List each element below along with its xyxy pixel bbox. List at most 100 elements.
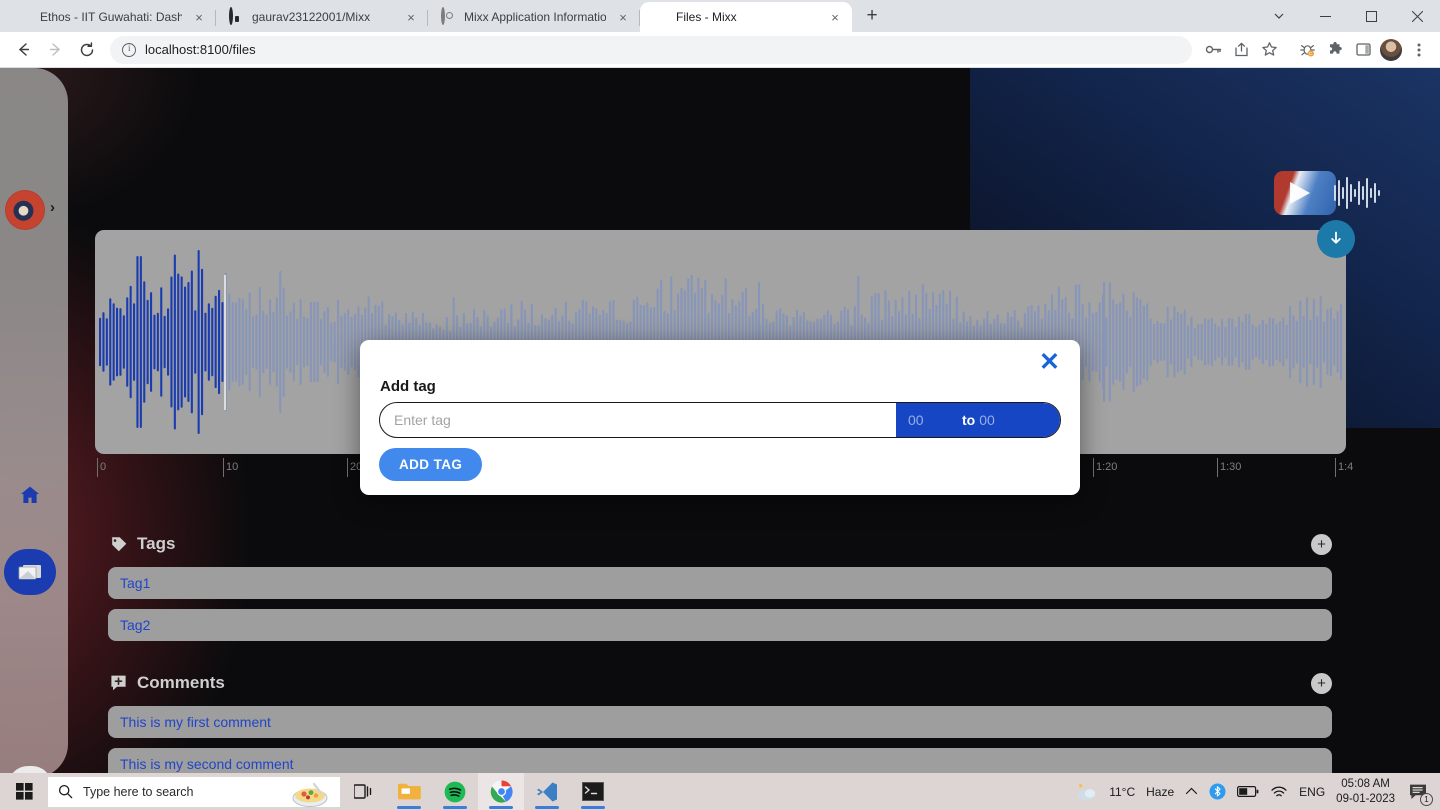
kebab-menu-icon[interactable] (1406, 37, 1432, 63)
close-tab-button[interactable]: × (402, 8, 420, 26)
ruler-label: 1:20 (1096, 461, 1118, 473)
profile-avatar-icon[interactable] (1380, 38, 1402, 61)
forward-button[interactable] (40, 35, 70, 65)
chrome-browser-window: Ethos - IIT Guwahati: Dashboard × gaurav… (0, 0, 1440, 810)
dialog-title: Add tag (380, 378, 436, 395)
app-sidebar (0, 68, 68, 778)
download-arrow-icon (1331, 231, 1341, 244)
bookmark-star-icon[interactable] (1256, 37, 1282, 63)
chrome-icon[interactable] (478, 773, 524, 810)
mixx-icon (652, 9, 668, 25)
language-indicator[interactable]: ENG (1299, 785, 1325, 799)
list-item[interactable]: Tag1 (108, 567, 1332, 599)
partly-cloudy-night-icon[interactable] (1074, 781, 1098, 803)
side-panel-icon[interactable] (1350, 37, 1376, 63)
wifi-icon[interactable] (1270, 785, 1288, 799)
weather-temp[interactable]: 11°C (1109, 785, 1135, 799)
ruler-label: 10 (226, 461, 239, 473)
address-bar-url: localhost:8100/files (145, 42, 256, 57)
search-bowl-image (292, 782, 328, 807)
tab-search-button[interactable] (1256, 0, 1302, 32)
close-tab-button[interactable]: × (826, 8, 844, 26)
close-window-button[interactable] (1394, 0, 1440, 32)
reload-button[interactable] (72, 35, 102, 65)
task-view-icon[interactable] (340, 773, 386, 810)
close-icon[interactable]: ✕ (1039, 350, 1060, 375)
browser-tab-3[interactable]: Files - Mixx × (640, 2, 852, 32)
new-tab-button[interactable]: + (858, 2, 886, 30)
share-icon[interactable] (1228, 37, 1254, 63)
home-icon (21, 486, 39, 503)
tab-title: Ethos - IIT Guwahati: Dashboard (40, 10, 182, 24)
comments-title: Comments (137, 673, 225, 692)
browser-toolbar: localhost:8100/files C (0, 32, 1440, 68)
tab-title: gaurav23122001/Mixx (252, 10, 371, 24)
file-explorer-icon[interactable] (386, 773, 432, 810)
time-end-value[interactable]: 00 (979, 412, 1007, 428)
playhead-cursor[interactable] (224, 275, 226, 410)
add-comment-button[interactable]: + (1311, 673, 1332, 694)
window-controls (1256, 0, 1440, 32)
time-range-picker[interactable]: 00 to 00 (896, 403, 1060, 437)
tag-input-group: 00 to 00 (379, 402, 1061, 438)
back-button[interactable] (8, 35, 38, 65)
clock[interactable]: 05:08 AM 09-01-2023 (1336, 777, 1395, 806)
mixx-logo-wave (1334, 177, 1380, 209)
submit-add-tag-button[interactable]: ADD TAG (379, 448, 483, 481)
browser-tab-0[interactable]: Ethos - IIT Guwahati: Dashboard × (4, 2, 216, 32)
tags-title: Tags (137, 534, 176, 553)
chevron-up-icon[interactable] (1185, 785, 1198, 798)
system-tray: 11°C Haze ENG 05:08 AM 09-01-2023 1 (1074, 777, 1440, 807)
comment-add-icon (111, 675, 126, 691)
sidebar-item-files[interactable] (4, 549, 56, 595)
clock-time: 05:08 AM (1341, 778, 1390, 791)
browser-tab-2[interactable]: Mixx Application Information × (428, 2, 640, 32)
tag-icon (111, 537, 127, 552)
github-icon (228, 7, 244, 25)
weather-desc[interactable]: Haze (1146, 785, 1174, 799)
sidebar-expand-button[interactable]: › (50, 199, 55, 216)
comments-section-header: Comments (110, 673, 225, 693)
sidebar-item-home[interactable] (18, 483, 42, 507)
info-icon (440, 7, 456, 25)
list-item[interactable]: This is my first comment (108, 706, 1332, 738)
mixx-files-page: › 0 10 20 1:20 1:30 1:4 Tags + Tag1 Tag2… (0, 68, 1440, 778)
download-button[interactable] (1317, 220, 1355, 258)
tag-name-input[interactable] (380, 403, 896, 437)
search-input[interactable]: Type here to search (48, 776, 340, 807)
key-icon[interactable] (1200, 37, 1226, 63)
files-icon (18, 565, 41, 580)
avatar[interactable] (5, 190, 45, 230)
battery-icon[interactable] (1237, 785, 1259, 798)
search-placeholder: Type here to search (83, 784, 194, 799)
bug-extension-icon[interactable]: C (1294, 37, 1320, 63)
ruler-label: 0 (100, 461, 107, 473)
notification-center-button[interactable]: 1 (1406, 777, 1433, 807)
minimize-window-button[interactable] (1302, 0, 1348, 32)
terminal-icon[interactable] (570, 773, 616, 810)
spotify-icon[interactable] (432, 773, 478, 810)
list-item[interactable]: Tag2 (108, 609, 1332, 641)
browser-tab-1[interactable]: gaurav23122001/Mixx × (216, 2, 428, 32)
start-button[interactable] (0, 783, 48, 800)
tab-strip: Ethos - IIT Guwahati: Dashboard × gaurav… (0, 0, 1440, 32)
puzzle-extensions-icon[interactable] (1322, 37, 1348, 63)
tab-title: Mixx Application Information (464, 10, 606, 24)
ethos-icon (16, 9, 32, 25)
time-separator-label: to (962, 412, 976, 428)
tab-title: Files - Mixx (676, 10, 737, 24)
close-tab-button[interactable]: × (190, 8, 208, 26)
add-tag-button[interactable]: + (1311, 534, 1332, 555)
ruler-label: 1:4 (1338, 461, 1354, 473)
maximize-window-button[interactable] (1348, 0, 1394, 32)
add-tag-dialog: ✕ Add tag 00 to 00 ADD TAG (360, 340, 1080, 495)
vscode-icon[interactable] (524, 773, 570, 810)
bluetooth-icon[interactable] (1209, 783, 1226, 800)
search-icon (58, 784, 73, 799)
address-bar[interactable]: localhost:8100/files (110, 35, 1192, 64)
info-circle-icon[interactable] (122, 42, 136, 57)
close-tab-button[interactable]: × (614, 8, 632, 26)
time-start-value[interactable]: 00 (908, 412, 936, 428)
start-icon (15, 783, 33, 800)
windows-taskbar: Type here to search 11°C Haze ENG 05:08 … (0, 773, 1440, 810)
